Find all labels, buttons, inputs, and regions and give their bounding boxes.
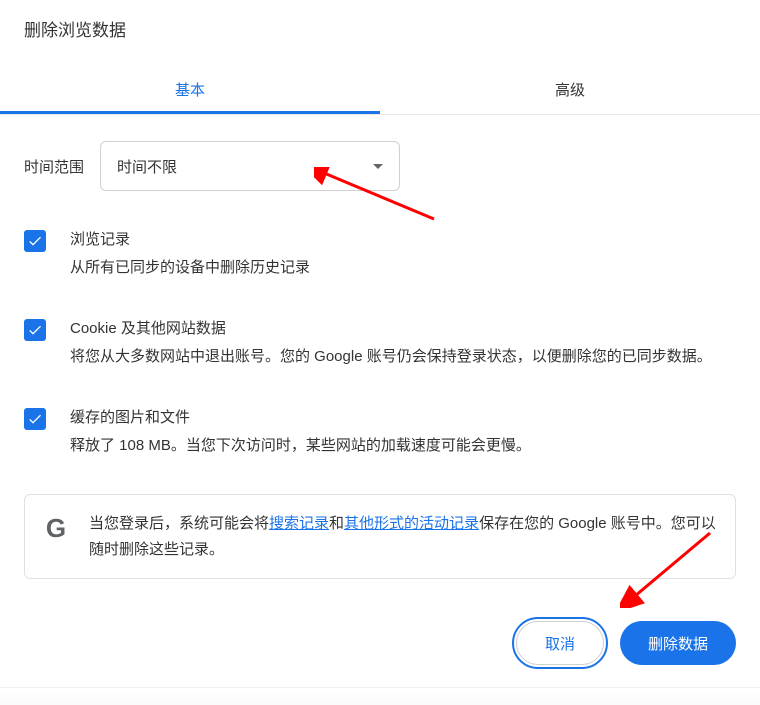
tab-advanced[interactable]: 高级 bbox=[380, 67, 760, 114]
link-other-activity[interactable]: 其他形式的活动记录 bbox=[344, 515, 479, 532]
check-icon bbox=[27, 322, 43, 338]
time-range-label: 时间范围 bbox=[24, 156, 84, 177]
checkbox-cookies[interactable] bbox=[24, 319, 46, 341]
option-title: 缓存的图片和文件 bbox=[70, 405, 531, 431]
tabs: 基本 高级 bbox=[0, 67, 760, 115]
option-cache: 缓存的图片和文件 释放了 108 MB。当您下次访问时，某些网站的加载速度可能会… bbox=[24, 405, 736, 458]
check-icon bbox=[27, 233, 43, 249]
option-title: 浏览记录 bbox=[70, 227, 310, 253]
option-text: 缓存的图片和文件 释放了 108 MB。当您下次访问时，某些网站的加载速度可能会… bbox=[70, 405, 531, 458]
time-range-value: 时间不限 bbox=[117, 156, 177, 177]
content-area: 时间范围 时间不限 浏览记录 从所有已同步的设备中删除历史记录 Cookie 及… bbox=[0, 115, 760, 579]
info-text-part: 和 bbox=[329, 515, 344, 532]
option-desc: 将您从大多数网站中退出账号。您的 Google 账号仍会保持登录状态，以便删除您… bbox=[70, 344, 712, 370]
checkbox-browsing-history[interactable] bbox=[24, 230, 46, 252]
option-text: Cookie 及其他网站数据 将您从大多数网站中退出账号。您的 Google 账… bbox=[70, 316, 712, 369]
option-title: Cookie 及其他网站数据 bbox=[70, 316, 712, 342]
dropdown-arrow-icon bbox=[373, 164, 383, 169]
time-range-row: 时间范围 时间不限 bbox=[24, 141, 736, 191]
footer-divider bbox=[0, 687, 760, 705]
dialog-title: 删除浏览数据 bbox=[0, 0, 760, 41]
option-browsing-history: 浏览记录 从所有已同步的设备中删除历史记录 bbox=[24, 227, 736, 280]
button-row: 取消 删除数据 bbox=[0, 597, 760, 689]
option-desc: 从所有已同步的设备中删除历史记录 bbox=[70, 255, 310, 281]
info-text-part: 当您登录后，系统可能会将 bbox=[89, 515, 269, 532]
option-text: 浏览记录 从所有已同步的设备中删除历史记录 bbox=[70, 227, 310, 280]
option-desc: 释放了 108 MB。当您下次访问时，某些网站的加载速度可能会更慢。 bbox=[70, 433, 531, 459]
info-text: 当您登录后，系统可能会将搜索记录和其他形式的活动记录保存在您的 Google 账… bbox=[89, 511, 717, 562]
link-search-history[interactable]: 搜索记录 bbox=[269, 515, 329, 532]
option-cookies: Cookie 及其他网站数据 将您从大多数网站中退出账号。您的 Google 账… bbox=[24, 316, 736, 369]
info-box: G 当您登录后，系统可能会将搜索记录和其他形式的活动记录保存在您的 Google… bbox=[24, 494, 736, 579]
tab-basic[interactable]: 基本 bbox=[0, 67, 380, 114]
check-icon bbox=[27, 411, 43, 427]
time-range-select[interactable]: 时间不限 bbox=[100, 141, 400, 191]
checkbox-cache[interactable] bbox=[24, 408, 46, 430]
confirm-button[interactable]: 删除数据 bbox=[620, 621, 736, 665]
cancel-button[interactable]: 取消 bbox=[516, 621, 604, 665]
google-icon: G bbox=[43, 515, 69, 541]
